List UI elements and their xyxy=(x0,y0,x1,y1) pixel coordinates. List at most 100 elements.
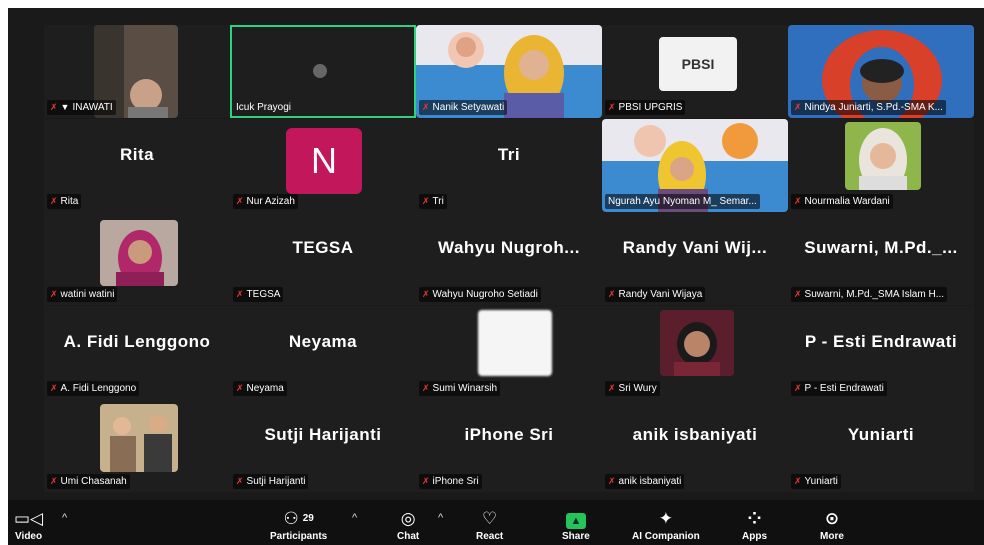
meeting-toolbar: ▭◁ Video ^ ⚇ 29 Participants ^ ◎ Chat ^ ♡… xyxy=(8,500,984,545)
name-tag: ✗ Suwarni, M.Pd._SMA Islam H... xyxy=(791,287,948,302)
participant-display-name: Neyama xyxy=(288,332,358,351)
video-options-caret[interactable]: ^ xyxy=(62,512,67,524)
apps-button[interactable]: ⁘ Apps xyxy=(742,508,767,542)
participant-tile[interactable]: A. Fidi Lenggono ✗ A. Fidi Lenggono xyxy=(44,306,230,399)
video-camera-icon: ▭◁ xyxy=(14,509,44,528)
participant-tile[interactable]: PBSI ✗ PBSI UPGRIS xyxy=(602,25,788,118)
name-tag: ✗ PBSI UPGRIS xyxy=(605,100,686,115)
muted-mic-icon: ✗ xyxy=(422,102,430,112)
name-tag: ✗ Umi Chasanah xyxy=(47,474,130,489)
share-icon: ▲ xyxy=(565,508,586,530)
participant-photo xyxy=(660,310,734,376)
name-tag: Ngurah Ayu Nyoman M_ Semar... xyxy=(605,194,760,209)
name-tag: ✗ Sutji Harijanti xyxy=(233,474,309,489)
participant-tile[interactable]: P - Esti Endrawati ✗ P - Esti Endrawati xyxy=(788,306,974,399)
muted-mic-icon: ✗ xyxy=(422,289,430,299)
name-tag: ✗ Nanik Setyawati xyxy=(419,100,508,115)
participant-tile[interactable]: ✗ Nanik Setyawati xyxy=(416,25,602,118)
participant-tile[interactable]: Neyama ✗ Neyama xyxy=(230,306,416,399)
name-tag: ✗ Sumi Winarsih xyxy=(419,381,501,396)
chat-bubble-icon: ◎ xyxy=(400,509,416,528)
name-tag: ✗ Wahyu Nugroho Setiadi xyxy=(419,287,541,302)
muted-mic-icon: ✗ xyxy=(608,289,616,299)
participant-tile[interactable]: iPhone Sri ✗ iPhone Sri xyxy=(416,399,602,492)
muted-mic-icon: ✗ xyxy=(50,289,58,299)
participant-tile-active-speaker[interactable]: Icuk Prayogi xyxy=(230,25,416,118)
participants-icon: ⚇ 29 xyxy=(283,509,314,528)
participant-display-name: Rita xyxy=(119,145,155,164)
participant-tile[interactable]: ✗ Umi Chasanah xyxy=(44,399,230,492)
muted-mic-icon: ✗ xyxy=(50,196,58,206)
participant-tile[interactable]: Rita ✗ Rita xyxy=(44,119,230,212)
muted-mic-icon: ✗ xyxy=(422,383,430,393)
name-tag: ✗ iPhone Sri xyxy=(419,474,482,489)
name-tag: ✗ P - Esti Endrawati xyxy=(791,381,887,396)
name-tag: ✗ Randy Vani Wijaya xyxy=(605,287,706,302)
ai-companion-button[interactable]: ✦ AI Companion xyxy=(632,508,700,542)
muted-mic-icon: ✗ xyxy=(608,476,616,486)
participant-tile[interactable]: Randy Vani Wij... ✗ Randy Vani Wijaya xyxy=(602,212,788,305)
participant-tile[interactable]: Wahyu Nugroh... ✗ Wahyu Nugroho Setiadi xyxy=(416,212,602,305)
participant-tile[interactable]: Sutji Harijanti ✗ Sutji Harijanti xyxy=(230,399,416,492)
avatar: N xyxy=(286,128,362,194)
participant-tile[interactable]: ✗ Sumi Winarsih xyxy=(416,306,602,399)
participant-tile[interactable]: Ngurah Ayu Nyoman M_ Semar... xyxy=(602,119,788,212)
participant-tile[interactable]: Tri ✗ Tri xyxy=(416,119,602,212)
participant-display-name: P - Esti Endrawati xyxy=(804,332,958,351)
participants-options-caret[interactable]: ^ xyxy=(352,512,357,524)
muted-mic-icon: ✗ xyxy=(50,383,58,393)
react-button[interactable]: ♡ React xyxy=(476,508,503,542)
participant-photo xyxy=(100,220,178,286)
muted-mic-icon: ✗ xyxy=(794,383,802,393)
participant-display-name: anik isbaniyati xyxy=(632,425,758,444)
meeting-window: ✗ ▼ INAWATI Icuk Prayogi ✗ Nanik Setyawati … xyxy=(8,8,984,545)
apps-icon: ⁘ xyxy=(747,509,762,528)
muted-mic-icon: ✗ xyxy=(608,383,616,393)
muted-mic-icon: ✗ xyxy=(422,476,430,486)
participant-tile[interactable]: Yuniarti ✗ Yuniarti xyxy=(788,399,974,492)
name-tag: ✗ watini watini xyxy=(47,287,118,302)
participant-photo xyxy=(100,404,178,472)
muted-mic-icon: ✗ xyxy=(794,102,802,112)
blurred-video xyxy=(313,64,327,78)
participant-display-name: TEGSA xyxy=(292,238,354,257)
video-button[interactable]: ▭◁ Video xyxy=(14,508,43,542)
participant-display-name: Wahyu Nugroh... xyxy=(438,238,580,257)
participants-button[interactable]: ⚇ 29 Participants xyxy=(270,508,327,542)
name-tag: ✗ TEGSA xyxy=(233,287,284,302)
chat-button[interactable]: ◎ Chat xyxy=(397,508,419,542)
participant-tile[interactable]: TEGSA ✗ TEGSA xyxy=(230,212,416,305)
name-tag: ✗ Yuniarti xyxy=(791,474,841,489)
participant-tile[interactable]: ✗ ▼ INAWATI xyxy=(44,25,230,118)
organization-logo: PBSI xyxy=(659,37,737,91)
name-tag: ✗ Tri xyxy=(419,194,447,209)
participant-tile[interactable]: Suwarni, M.Pd._... ✗ Suwarni, M.Pd._SMA I… xyxy=(788,212,974,305)
name-tag: Icuk Prayogi xyxy=(236,102,292,113)
muted-mic-icon: ✗ xyxy=(236,196,244,206)
muted-mic-icon: ✗ xyxy=(236,383,244,393)
pin-icon: ▼ xyxy=(60,102,70,112)
muted-mic-icon: ✗ xyxy=(794,476,802,486)
participant-tile[interactable]: anik isbaniyati ✗ anik isbaniyati xyxy=(602,399,788,492)
muted-mic-icon: ✗ xyxy=(236,476,244,486)
participant-tile[interactable]: ✗ Sri Wury xyxy=(602,306,788,399)
participant-display-name: Tri xyxy=(497,145,521,164)
participant-tile[interactable]: ✗ Nindya Juniarti, S.Pd.-SMA K... xyxy=(788,25,974,118)
participant-tile[interactable]: ✗ watini watini xyxy=(44,212,230,305)
share-button[interactable]: ▲ Share xyxy=(562,508,590,542)
name-tag: ✗ ▼ INAWATI xyxy=(47,100,116,115)
participant-display-name: Yuniarti xyxy=(847,425,915,444)
name-tag: ✗ Nourmalia Wardani xyxy=(791,194,893,209)
participant-display-name: A. Fidi Lenggono xyxy=(63,332,211,351)
more-button[interactable]: ⊙ More xyxy=(820,508,844,542)
participant-tile[interactable]: N ✗ Nur Azizah xyxy=(230,119,416,212)
chat-options-caret[interactable]: ^ xyxy=(438,512,443,524)
name-tag: ✗ Nindya Juniarti, S.Pd.-SMA K... xyxy=(791,100,946,115)
name-tag: ✗ anik isbaniyati xyxy=(605,474,685,489)
name-tag: ✗ Nur Azizah xyxy=(233,194,298,209)
participant-tile[interactable]: ✗ Nourmalia Wardani xyxy=(788,119,974,212)
participant-display-name: iPhone Sri xyxy=(464,425,554,444)
heart-icon: ♡ xyxy=(482,509,498,528)
muted-mic-icon: ✗ xyxy=(50,476,58,486)
muted-mic-icon: ✗ xyxy=(50,102,58,112)
